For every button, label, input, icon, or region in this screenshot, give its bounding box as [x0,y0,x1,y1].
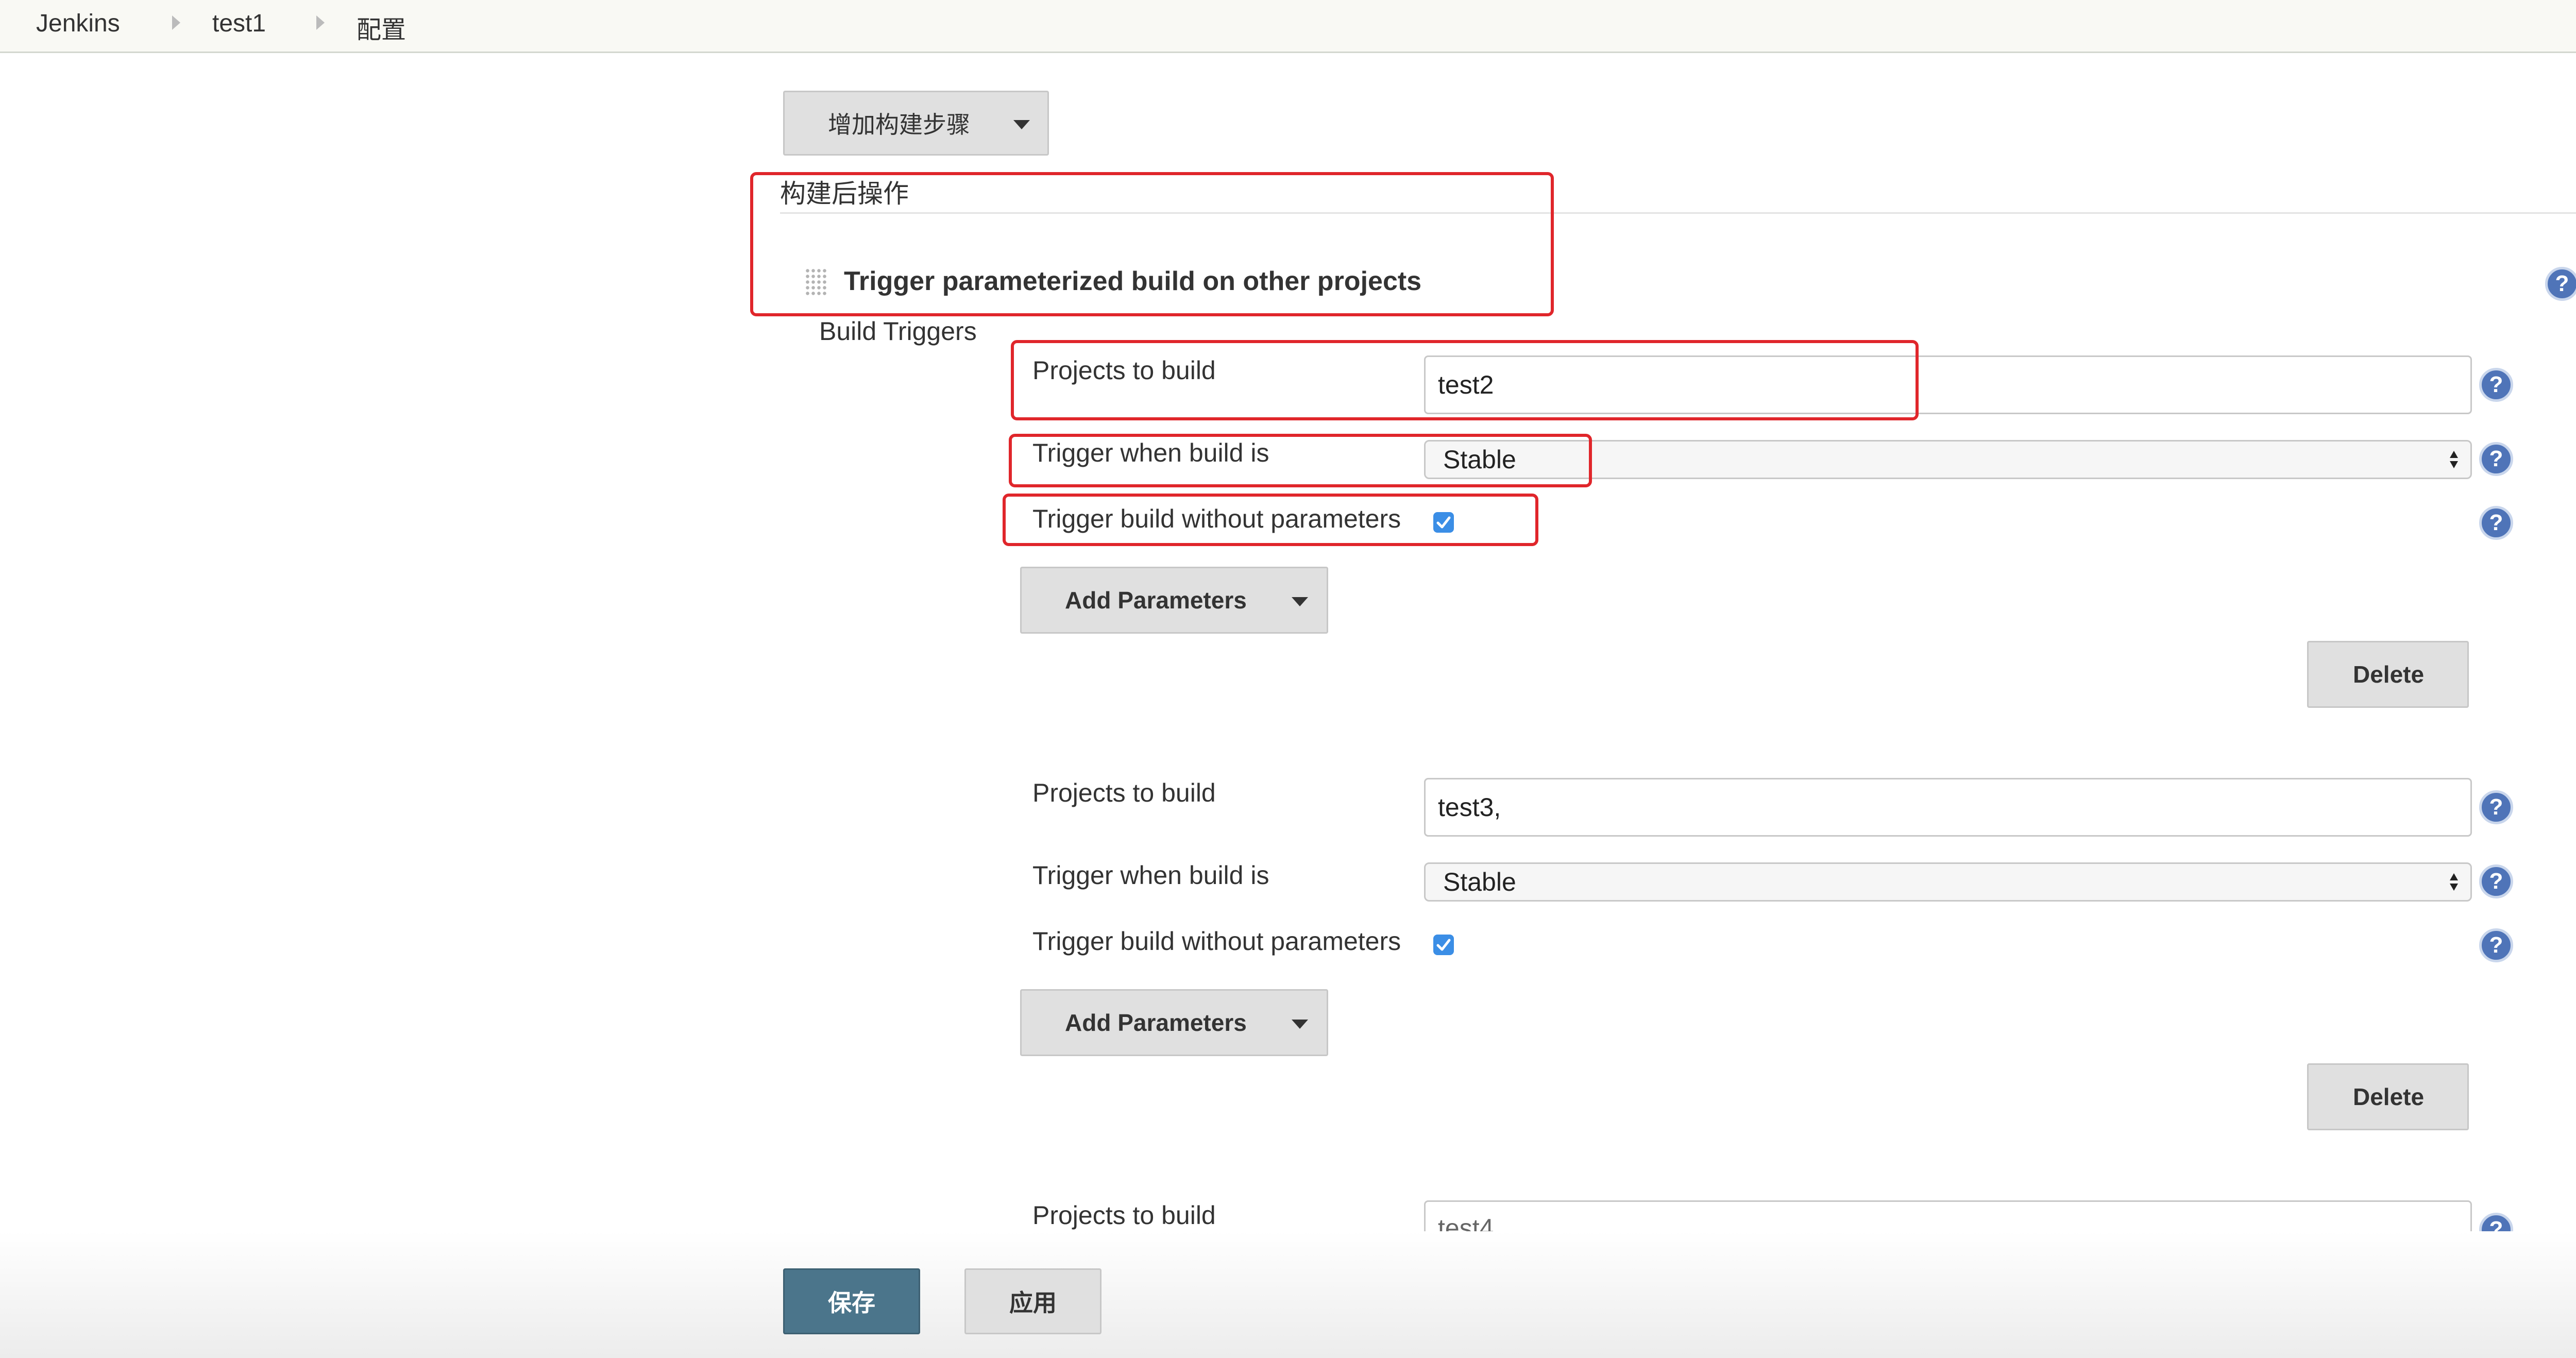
highlight-box [1009,434,1592,487]
breadcrumb-jenkins[interactable]: Jenkins [36,9,120,38]
trigger-without-params-checkbox[interactable] [1433,935,1454,955]
add-parameters-label: Add Parameters [1065,1009,1247,1036]
delete-trigger-button[interactable]: Delete [2307,1063,2469,1130]
trigger-when-build-is-select[interactable]: Stable [1424,862,2472,902]
trigger-3-clip: Projects to build test4, ? [0,1185,2576,1231]
breadcrumb-test1[interactable]: test1 [212,9,266,38]
save-button[interactable]: 保存 [783,1268,920,1334]
breadcrumb-config[interactable]: 配置 [357,9,406,45]
highlight-box [1011,340,1919,420]
breadcrumb-separator-icon [316,15,325,30]
help-icon[interactable]: ? [2545,267,2576,301]
apply-label: 应用 [1009,1289,1057,1316]
help-icon[interactable]: ? [2479,790,2513,824]
caret-down-icon [1013,120,1030,129]
help-icon[interactable]: ? [2479,864,2513,898]
breadcrumb-separator-icon [172,15,180,30]
add-parameters-label: Add Parameters [1065,587,1247,614]
trigger-when-build-is-value: Stable [1443,868,1516,896]
trigger-when-build-is-label: Trigger when build is [1032,861,1269,890]
footer-bar [0,1231,2576,1358]
save-label: 保存 [828,1289,875,1316]
delete-label: Delete [2353,1083,2425,1110]
help-icon[interactable]: ? [2479,442,2513,476]
delete-label: Delete [2353,661,2425,688]
help-icon[interactable]: ? [2479,928,2513,962]
projects-to-build-input[interactable]: test4, [1424,1200,2472,1231]
add-parameters-button[interactable]: Add Parameters [1020,989,1328,1056]
caret-down-icon [1292,597,1308,606]
projects-to-build-label: Projects to build [1032,1201,1216,1230]
select-arrows-icon [2450,451,2458,468]
breadcrumb: Jenkins test1 配置 [0,0,2576,53]
projects-to-build-label: Projects to build [1032,778,1216,807]
help-icon[interactable]: ? [2479,368,2513,402]
highlight-box [1003,494,1538,546]
delete-trigger-button[interactable]: Delete [2307,641,2469,708]
add-build-step-label: 增加构建步骤 [828,111,970,138]
trigger-without-params-label: Trigger build without parameters [1032,927,1401,956]
select-arrows-icon [2450,873,2458,891]
build-triggers-label: Build Triggers [819,317,977,346]
help-icon[interactable]: ? [2479,1213,2513,1231]
highlight-box [750,172,1554,316]
caret-down-icon [1292,1020,1308,1029]
checkmark-icon [1436,939,1451,951]
add-build-step-button[interactable]: 增加构建步骤 [783,91,1049,156]
apply-button[interactable]: 应用 [964,1268,1101,1334]
add-parameters-button[interactable]: Add Parameters [1020,567,1328,634]
projects-to-build-input[interactable]: test3, [1424,778,2472,837]
help-icon[interactable]: ? [2479,506,2513,540]
